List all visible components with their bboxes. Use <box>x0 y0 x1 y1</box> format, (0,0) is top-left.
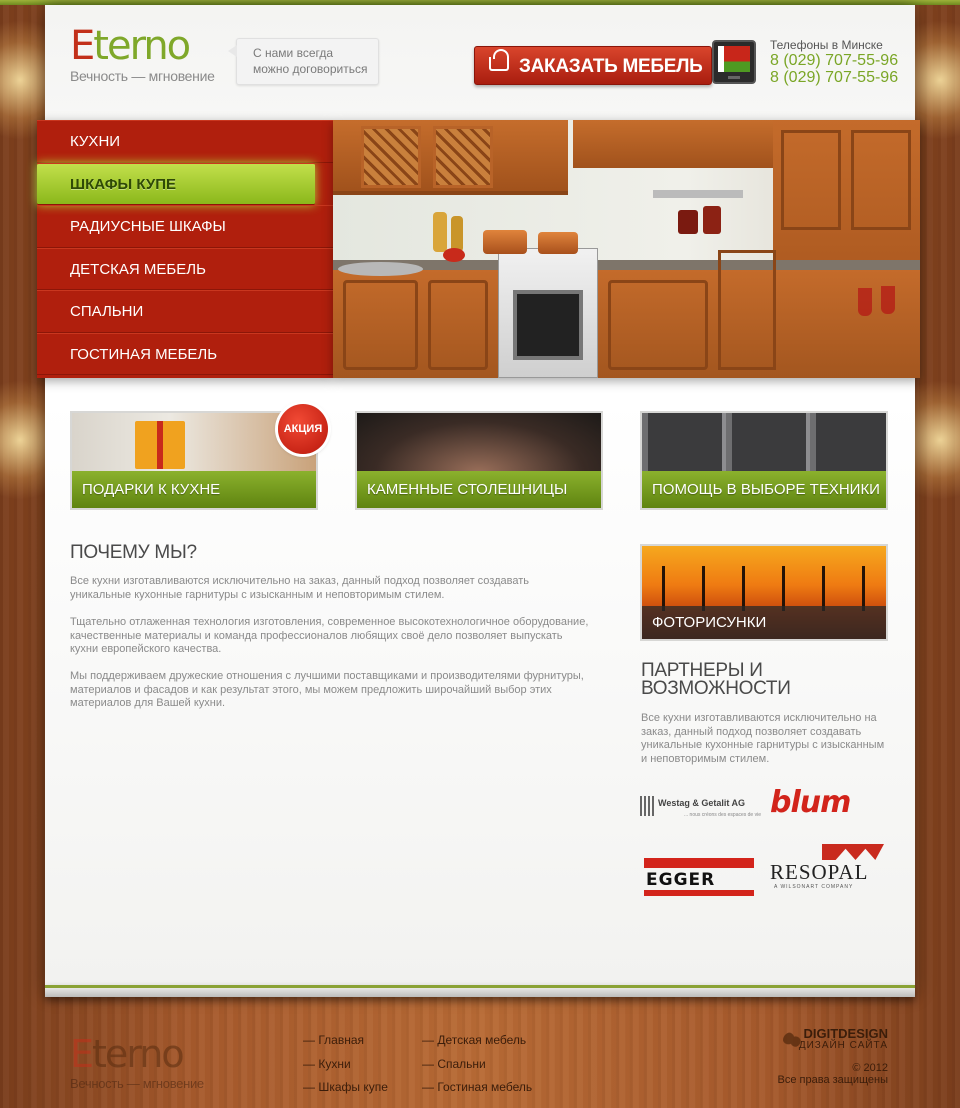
menu-item-living-room[interactable]: ГОСТИНАЯ МЕБЕЛЬ <box>37 332 333 375</box>
footer-links-right: — Детская мебель — Спальни — Гостиная ме… <box>422 1029 532 1100</box>
resopal-name: RESOPAL <box>770 860 869 884</box>
sale-badge: АКЦИЯ <box>278 404 328 454</box>
menu-item-radius-wardrobes[interactable]: РАДИУСНЫЕ ШКАФЫ <box>37 205 333 248</box>
site-logo[interactable]: Eterno Вечность — мгновение <box>70 26 215 84</box>
phone-number-2[interactable]: 8 (029) 707-55-96 <box>770 69 898 86</box>
phones-title: Телефоны в Минске <box>770 38 883 52</box>
partner-logo-resopal[interactable]: RESOPAL A WILSONART COMPANY <box>770 844 888 892</box>
partners-text: Все кухни изготавливаются исключительно … <box>641 712 885 765</box>
photo-prints-tile[interactable]: ФОТОРИСУНКИ <box>640 544 888 641</box>
egger-name: EGGER <box>646 870 716 890</box>
partner-logo-egger[interactable]: EGGER <box>644 854 754 906</box>
westag-name: Westag & Getalit AG <box>658 798 746 808</box>
gift-box-icon <box>135 421 185 469</box>
main-menu: КУХНИ ШКАФЫ КУПЕ РАДИУСНЫЕ ШКАФЫ ДЕТСКАЯ… <box>37 120 333 378</box>
footer-link-living[interactable]: — Гостиная мебель <box>422 1076 532 1100</box>
copyright: © 2012 <box>852 1062 888 1074</box>
order-button-label: ЗАКАЗАТЬ МЕБЕЛЬ <box>519 56 703 77</box>
why-paragraph-3: Мы поддерживаем дружеские отношения с лу… <box>70 670 584 709</box>
logo-word: Eterno <box>70 23 191 69</box>
menu-item-kids-furniture[interactable]: ДЕТСКАЯ МЕБЕЛЬ <box>37 247 333 290</box>
phone-number-1[interactable]: 8 (029) 707-55-96 <box>770 52 898 69</box>
egger-red-bar <box>644 858 754 868</box>
belarus-flag-monitor-icon <box>712 40 756 84</box>
resopal-red-mark <box>822 844 884 860</box>
resopal-sub: A WILSONART COMPANY <box>774 884 854 890</box>
footer-credits: DIGITDESIGN ДИЗАЙН САЙТА © 2012 Все прав… <box>760 1027 888 1086</box>
promo-gifts-label: ПОДАРКИ К КУХНЕ <box>72 471 316 508</box>
why-paragraph-1: Все кухни изготавливаются исключительно … <box>70 575 529 601</box>
footer-link-home[interactable]: — Главная <box>303 1029 388 1053</box>
why-us-title: ПОЧЕМУ МЫ? <box>70 542 197 563</box>
slogan-line-2: можно договориться <box>253 62 368 76</box>
footer-link-kids[interactable]: — Детская мебель <box>422 1029 532 1053</box>
westag-slogan: ... nous créons des espaces de vie <box>684 812 761 818</box>
stone-image <box>357 413 601 473</box>
footer-logo-word: Eterno <box>70 1032 185 1076</box>
rights: Все права защищены <box>777 1074 888 1086</box>
kitchen-banner-image <box>333 120 920 378</box>
blum-name: blum <box>770 785 851 820</box>
palm-silhouettes <box>642 566 886 611</box>
why-paragraph-2: Тщательно отлаженная технология изготовл… <box>70 616 589 655</box>
slogan-line-1: С нами всегда <box>253 46 334 60</box>
footer-links-left: — Главная — Кухни — Шкафы купе <box>303 1029 388 1100</box>
logo-tagline: Вечность — мгновение <box>70 68 215 84</box>
page-bottom-edge <box>45 985 915 997</box>
designer-brand[interactable]: DIGITDESIGN <box>760 1027 888 1040</box>
partner-logo-westag[interactable]: Westag & Getalit AG ... nous créons des … <box>640 796 761 821</box>
digitdesign-icon <box>783 1032 801 1048</box>
promo-stone-countertops[interactable]: КАМЕННЫЕ СТОЛЕШНИЦЫ <box>355 411 603 510</box>
partners-title: ПАРТНЕРЫ И ВОЗМОЖНОСТИ <box>641 660 791 699</box>
menu-item-kitchens[interactable]: КУХНИ <box>37 120 333 163</box>
partner-logo-blum[interactable]: blum <box>770 785 888 825</box>
appliances-image <box>642 413 886 473</box>
designer-sub: ДИЗАЙН САЙТА <box>798 1040 888 1051</box>
footer-link-bedrooms[interactable]: — Спальни <box>422 1053 532 1077</box>
promo-appliance-label: ПОМОЩЬ В ВЫБОРЕ ТЕХНИКИ <box>642 471 886 508</box>
footer-logo-tagline: Вечность — мгновение <box>70 1076 204 1091</box>
order-furniture-button[interactable]: ЗАКАЗАТЬ МЕБЕЛЬ <box>474 46 712 85</box>
footer-logo[interactable]: Eterno Вечность — мгновение <box>70 1034 204 1091</box>
promo-appliance-help[interactable]: ПОМОЩЬ В ВЫБОРЕ ТЕХНИКИ <box>640 411 888 510</box>
slogan-bubble: С нами всегда можно договориться <box>228 38 379 85</box>
menu-item-bedrooms[interactable]: СПАЛЬНИ <box>37 290 333 333</box>
basket-icon <box>489 49 509 71</box>
promo-stone-label: КАМЕННЫЕ СТОЛЕШНИЦЫ <box>357 471 601 508</box>
menu-item-wardrobes[interactable]: ШКАФЫ КУПЕ <box>37 162 315 205</box>
phones-block: Телефоны в Минске 8 (029) 707-55-96 8 (0… <box>770 38 898 86</box>
photo-prints-label: ФОТОРИСУНКИ <box>642 606 886 639</box>
footer-link-wardrobes[interactable]: — Шкафы купе <box>303 1076 388 1100</box>
footer-link-kitchens[interactable]: — Кухни <box>303 1053 388 1077</box>
